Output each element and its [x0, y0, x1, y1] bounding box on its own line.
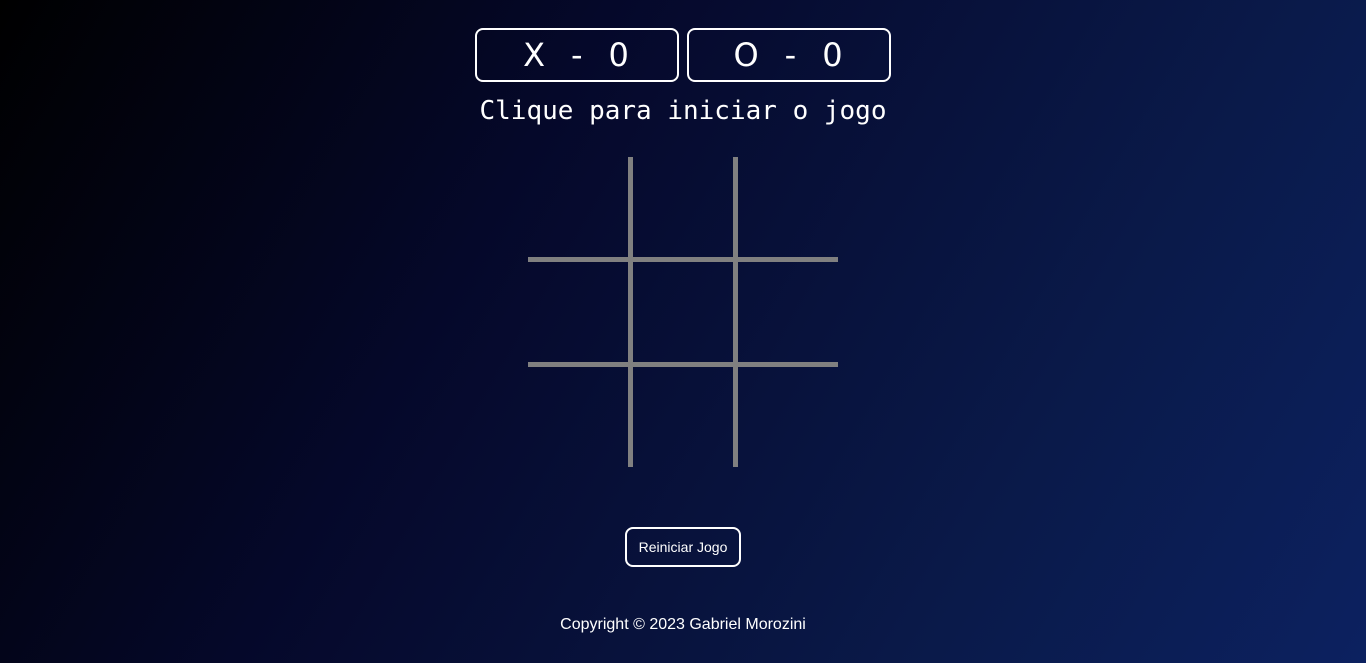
footer-copyright: Copyright © 2023 Gabriel Morozini	[560, 616, 806, 633]
board-cell-5[interactable]	[635, 262, 736, 362]
score-o: O - 0	[687, 28, 891, 82]
board-line-horizontal-1	[528, 257, 838, 262]
scoreboard: X - 0 O - 0	[475, 28, 891, 82]
reset-game-button[interactable]: Reiniciar Jogo	[625, 527, 741, 567]
score-x-value: 0	[608, 36, 631, 74]
board-cell-9[interactable]	[741, 367, 838, 467]
score-x: X - 0	[475, 28, 679, 82]
score-o-player: O	[733, 36, 761, 74]
game-status: Clique para iniciar o jogo	[479, 96, 887, 126]
score-x-separator: -	[571, 36, 585, 74]
board-cell-8[interactable]	[635, 367, 736, 467]
board-line-vertical-1	[628, 157, 633, 467]
board-cell-2[interactable]	[635, 157, 736, 257]
board-cell-6[interactable]	[741, 262, 838, 362]
score-x-player: X	[523, 36, 547, 74]
board-line-vertical-2	[733, 157, 738, 467]
board-cell-4[interactable]	[528, 262, 630, 362]
board-cell-1[interactable]	[528, 157, 630, 257]
board-cell-3[interactable]	[741, 157, 838, 257]
board-line-horizontal-2	[528, 362, 838, 367]
game-board	[528, 157, 838, 467]
board-cell-7[interactable]	[528, 367, 630, 467]
score-o-value: 0	[822, 36, 845, 74]
score-o-separator: -	[784, 36, 799, 74]
